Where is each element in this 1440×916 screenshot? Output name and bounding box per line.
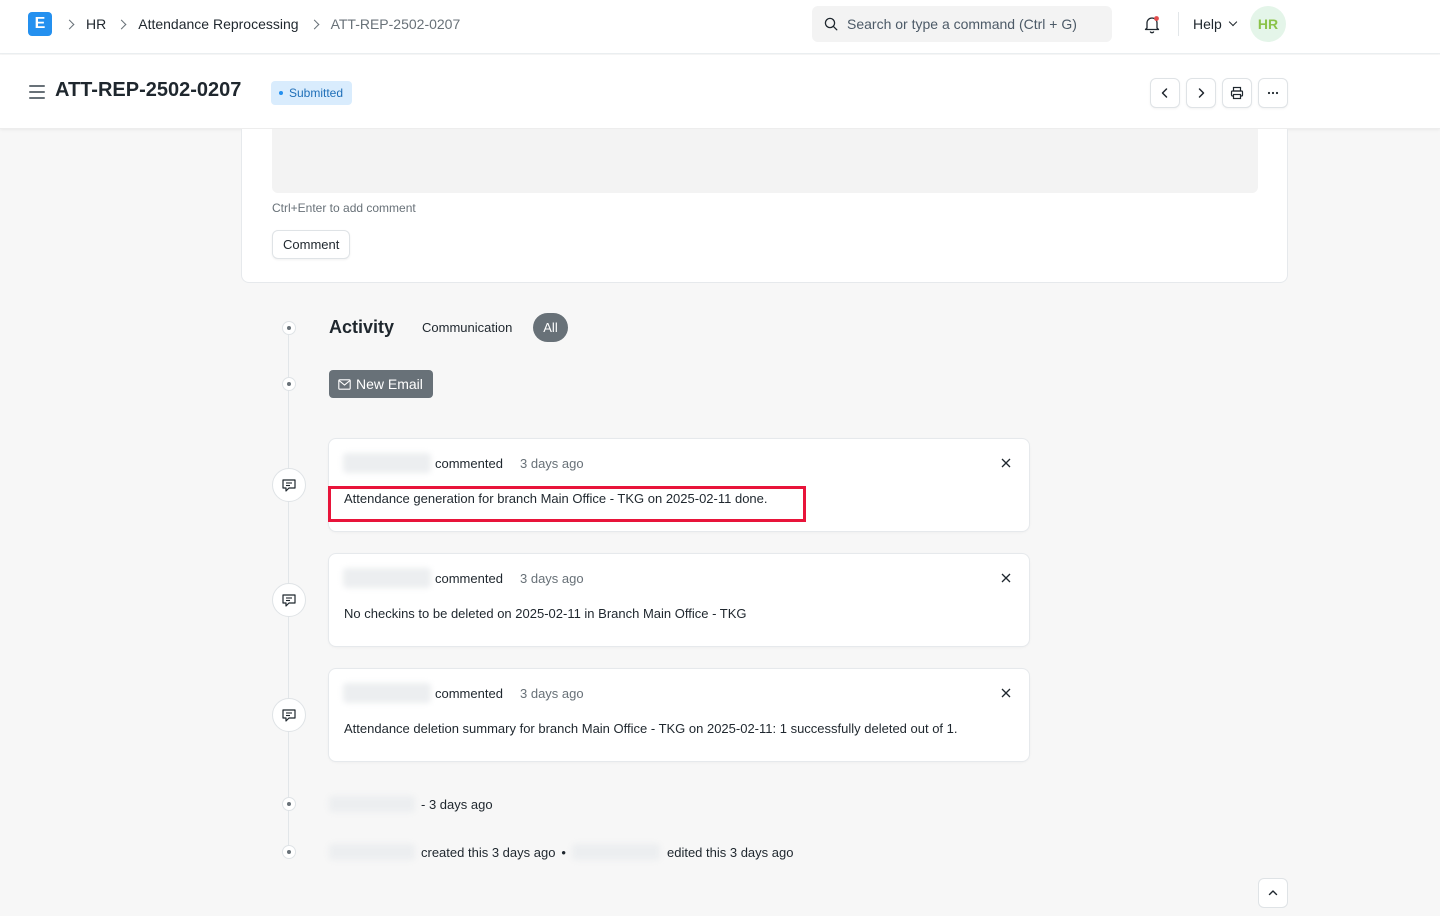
chevron-right-icon	[116, 19, 127, 29]
navbar: E HR Attendance Reprocessing ATT-REP-250…	[0, 0, 1440, 54]
comment-text: No checkins to be deleted on 2025-02-11 …	[344, 606, 747, 621]
page-head: ATT-REP-2502-0207 Submitted	[0, 55, 1440, 129]
breadcrumb-hr[interactable]: HR	[86, 16, 106, 32]
activity-meta-line: created this 3 days ago • edited this 3 …	[329, 844, 793, 860]
meta-edited: edited this 3 days ago	[666, 844, 794, 860]
search-icon	[824, 17, 838, 31]
chevron-right-icon	[309, 19, 320, 29]
activity-comment-card: commented 3 days ago Attendance deletion…	[328, 668, 1030, 762]
search-input[interactable]	[847, 16, 1097, 32]
comment-verb: commented	[435, 456, 503, 471]
tab-all[interactable]: All	[533, 313, 568, 342]
meta-separator: •	[561, 844, 566, 860]
page-title: ATT-REP-2502-0207	[55, 79, 242, 101]
activity-comment-card: commented 3 days ago No checkins to be d…	[328, 553, 1030, 647]
close-icon[interactable]	[1001, 458, 1011, 468]
printer-icon	[1230, 86, 1244, 100]
comment-hint: Ctrl+Enter to add comment	[272, 201, 416, 215]
comment-verb: commented	[435, 686, 503, 701]
chevron-up-icon	[1268, 890, 1278, 896]
activity-meta-line: - 3 days ago	[329, 796, 493, 812]
comment-bubble-icon	[272, 583, 306, 617]
status-badge: Submitted	[271, 81, 353, 105]
comment-author-avatar	[343, 683, 431, 703]
chevron-left-icon	[1161, 88, 1168, 98]
chevron-right-icon	[1198, 88, 1205, 98]
status-label: Submitted	[289, 86, 344, 100]
timeline-dot-icon	[282, 797, 296, 811]
chevron-right-icon	[64, 19, 75, 29]
comment-author-avatar	[343, 453, 431, 473]
comment-time: 3 days ago	[520, 571, 584, 586]
navbar-divider	[1178, 12, 1179, 36]
comment-author-avatar	[343, 568, 431, 588]
app-logo[interactable]: E	[28, 12, 52, 36]
tab-communication[interactable]: Communication	[422, 320, 512, 335]
comment-text: Attendance deletion summary for branch M…	[344, 721, 958, 736]
comment-bubble-icon	[272, 698, 306, 732]
comment-bubble-icon	[272, 468, 306, 502]
user-name-redacted	[571, 844, 660, 860]
search-bar[interactable]	[812, 6, 1112, 42]
meta-created: created this 3 days ago	[421, 844, 556, 860]
comment-verb: commented	[435, 571, 503, 586]
ellipsis-icon	[1267, 91, 1279, 95]
new-email-label: New Email	[356, 376, 423, 392]
comment-time: 3 days ago	[520, 456, 584, 471]
breadcrumb: HR Attendance Reprocessing ATT-REP-2502-…	[64, 16, 472, 32]
chevron-down-icon	[1228, 17, 1238, 27]
user-name-redacted	[329, 844, 415, 860]
new-email-button[interactable]: New Email	[329, 370, 433, 398]
scroll-to-top-button[interactable]	[1258, 878, 1288, 908]
comment-button[interactable]: Comment	[272, 230, 351, 259]
close-icon[interactable]	[1001, 688, 1011, 698]
user-avatar[interactable]: HR	[1250, 6, 1286, 42]
notifications-bell-icon[interactable]	[1142, 14, 1162, 34]
breadcrumb-attendance-reprocessing[interactable]: Attendance Reprocessing	[138, 16, 298, 32]
highlight-box	[328, 486, 806, 522]
sidebar-toggle-icon[interactable]	[29, 85, 45, 99]
print-button[interactable]	[1222, 78, 1252, 108]
activity-title: Activity	[329, 317, 395, 337]
breadcrumb-current[interactable]: ATT-REP-2502-0207	[331, 16, 461, 32]
next-doc-button[interactable]	[1186, 78, 1216, 108]
help-label: Help	[1193, 16, 1222, 32]
previous-doc-button[interactable]	[1150, 78, 1180, 108]
timeline-dot-icon	[282, 845, 296, 859]
comment-editor[interactable]	[272, 129, 1258, 193]
comment-time: 3 days ago	[520, 686, 584, 701]
status-dot-icon	[279, 91, 283, 95]
help-dropdown[interactable]: Help	[1193, 16, 1238, 32]
comment-section: Ctrl+Enter to add comment Comment	[241, 129, 1288, 283]
more-actions-button[interactable]	[1258, 78, 1288, 108]
meta-time: - 3 days ago	[421, 796, 493, 812]
timeline-dot-icon	[282, 321, 296, 335]
user-name-redacted	[329, 796, 415, 812]
close-icon[interactable]	[1001, 573, 1011, 583]
mail-icon	[338, 378, 351, 390]
timeline-dot-icon	[282, 377, 296, 391]
